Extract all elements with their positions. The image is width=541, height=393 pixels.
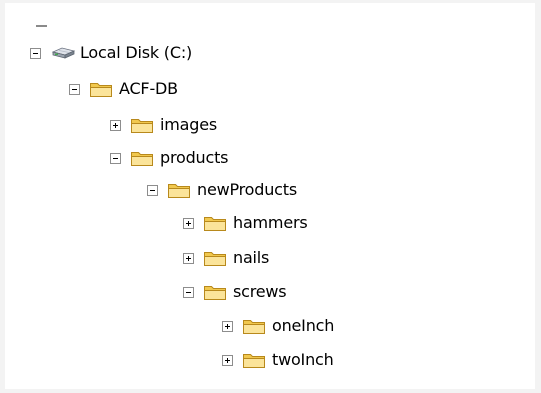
folder-icon (242, 316, 266, 336)
tree-label[interactable]: images (160, 115, 217, 135)
folder-icon (203, 248, 227, 268)
window-edge-right (535, 0, 541, 393)
tree-node-local-disk[interactable]: Local Disk (C:) (30, 41, 192, 65)
tree-label[interactable]: products (160, 148, 228, 168)
collapse-icon[interactable] (30, 47, 41, 59)
collapse-icon[interactable] (183, 286, 194, 298)
tree-node-products[interactable]: products (110, 146, 228, 170)
expand-icon[interactable] (183, 252, 194, 264)
window-edge-bottom (0, 389, 541, 393)
folder-icon (167, 180, 191, 200)
tree-node-nails[interactable]: nails (183, 246, 269, 270)
tree-node-one-inch[interactable]: oneInch (222, 314, 334, 338)
hard-drive-icon (50, 43, 76, 63)
tree-label[interactable]: Local Disk (C:) (80, 43, 192, 63)
tree-label[interactable]: nails (233, 248, 269, 268)
tree-label[interactable]: oneInch (272, 316, 334, 336)
tree-label[interactable]: twoInch (272, 350, 334, 370)
tree-node-acf-db[interactable]: ACF-DB (69, 77, 178, 101)
folder-icon (242, 350, 266, 370)
collapse-icon[interactable] (147, 184, 158, 196)
folder-icon (130, 148, 154, 168)
tree-node-screws[interactable]: screws (183, 280, 287, 304)
expand-icon[interactable] (222, 320, 233, 332)
expand-icon[interactable] (183, 217, 194, 229)
window-edge-left (0, 0, 5, 393)
folder-icon (203, 282, 227, 302)
tree-label[interactable]: newProducts (197, 180, 297, 200)
tree-label[interactable]: ACF-DB (119, 79, 178, 99)
collapse-icon[interactable] (69, 83, 80, 95)
collapse-icon[interactable] (110, 152, 121, 164)
tree-node-two-inch[interactable]: twoInch (222, 348, 334, 372)
tree-label[interactable]: hammers (233, 213, 308, 233)
folder-icon (89, 79, 113, 99)
folder-icon (130, 115, 154, 135)
tree-label[interactable]: screws (233, 282, 287, 302)
folder-tree-window: Local Disk (C:) ACF-DB images products n… (0, 0, 541, 393)
expand-icon[interactable] (222, 354, 233, 366)
folder-icon (203, 213, 227, 233)
tree-node-hammers[interactable]: hammers (183, 211, 308, 235)
tree-node-new-products[interactable]: newProducts (147, 178, 297, 202)
expand-icon[interactable] (110, 119, 121, 131)
tree-top-mark (36, 25, 47, 27)
window-edge-top (0, 0, 541, 3)
tree-node-images[interactable]: images (110, 113, 217, 137)
